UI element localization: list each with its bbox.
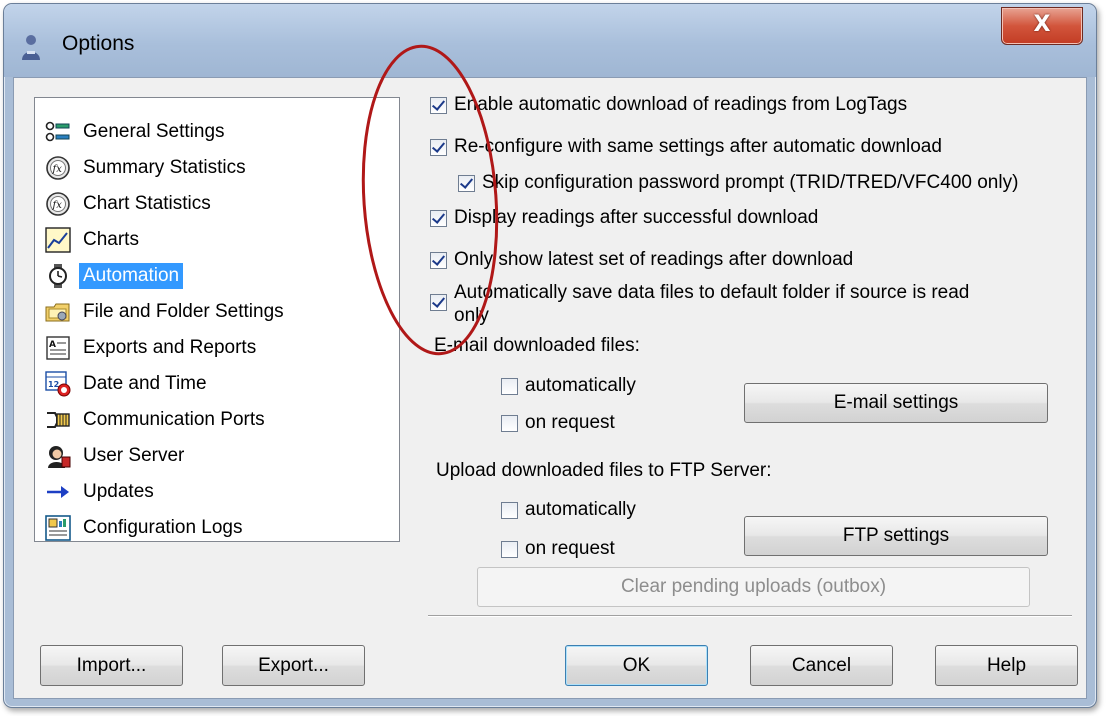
communication-ports-icon — [47, 412, 70, 428]
nav-label: Date and Time — [83, 373, 207, 394]
nav-item-general-settings[interactable]: General Settings — [45, 115, 385, 149]
folder-settings-icon — [45, 303, 70, 322]
configuration-logs-icon — [45, 515, 71, 541]
cancel-button[interactable]: Cancel — [750, 645, 893, 686]
option-label: Skip configuration password prompt (TRID… — [482, 172, 1019, 193]
nav-item-updates[interactable]: Updates — [45, 475, 385, 509]
options-dialog: Options X General Settings fx Summary St… — [3, 3, 1097, 708]
nav-label: General Settings — [83, 121, 225, 142]
nav-item-charts[interactable]: Charts — [45, 223, 385, 257]
nav-item-date-and-time[interactable]: 12 Date and Time — [45, 367, 385, 401]
option-label: automatically — [525, 499, 636, 520]
nav-item-file-and-folder-settings[interactable]: File and Folder Settings — [45, 295, 385, 329]
only-latest-checkbox[interactable] — [430, 252, 447, 269]
email-section-heading: E-mail downloaded files: — [434, 335, 640, 356]
nav-label: Summary Statistics — [83, 157, 246, 178]
auto-save-checkbox[interactable] — [430, 294, 447, 311]
close-icon: X — [1033, 12, 1051, 37]
ftp-settings-button[interactable]: FTP settings — [744, 516, 1048, 556]
option-label: Enable automatic download of readings fr… — [454, 94, 908, 115]
updates-arrow-icon — [47, 486, 69, 498]
email-automatically-checkbox[interactable] — [501, 378, 518, 395]
nav-item-summary-statistics[interactable]: fx Summary Statistics — [45, 151, 385, 185]
nav-label: Updates — [83, 481, 154, 502]
nav-label: Configuration Logs — [83, 517, 243, 538]
title-bar[interactable]: Options X — [4, 4, 1096, 77]
nav-label: Exports and Reports — [83, 337, 257, 358]
option-label: Display readings after successful downlo… — [454, 207, 819, 228]
nav-item-exports-and-reports[interactable]: A Exports and Reports — [45, 331, 385, 365]
email-settings-button[interactable]: E-mail settings — [744, 383, 1048, 423]
date-time-icon: 12 — [45, 371, 71, 397]
close-button[interactable]: X — [1001, 7, 1083, 45]
svg-text:12: 12 — [48, 380, 59, 389]
panel-separator — [428, 615, 1072, 617]
app-person-icon — [22, 35, 40, 60]
summary-statistics-icon: fx — [46, 156, 70, 180]
screenshot-stage: Options X General Settings fx Summary St… — [0, 0, 1107, 716]
nav-label: User Server — [83, 445, 185, 466]
dialog-client-area: General Settings fx Summary Statistics f… — [13, 77, 1087, 699]
clear-pending-uploads-button[interactable]: Clear pending uploads (outbox) — [477, 567, 1030, 607]
option-label: automatically — [525, 375, 636, 396]
nav-label: File and Folder Settings — [83, 301, 284, 322]
svg-text:A: A — [49, 340, 56, 350]
nav-label: Chart Statistics — [83, 193, 211, 214]
nav-label: Charts — [83, 229, 139, 250]
option-label: Only show latest set of readings after d… — [454, 249, 854, 270]
window-title: Options — [62, 32, 135, 55]
user-server-icon — [48, 446, 71, 468]
svg-text:fx: fx — [52, 200, 63, 211]
reconfigure-checkbox[interactable] — [430, 139, 447, 156]
option-label: on request — [525, 412, 615, 433]
import-button[interactable]: Import... — [40, 645, 183, 686]
display-readings-checkbox[interactable] — [430, 210, 447, 227]
nav-label: Automation — [79, 263, 184, 289]
nav-item-chart-statistics[interactable]: fx Chart Statistics — [45, 187, 385, 221]
nav-item-configuration-logs[interactable]: Configuration Logs — [45, 511, 385, 545]
option-label-line1: Automatically save data files to default… — [454, 282, 970, 303]
charts-icon — [45, 227, 71, 253]
general-settings-icon — [45, 121, 70, 142]
chart-statistics-icon: fx — [46, 192, 70, 216]
export-button[interactable]: Export... — [222, 645, 365, 686]
skip-password-checkbox[interactable] — [458, 175, 475, 192]
option-label-line2: only — [454, 305, 489, 326]
exports-reports-icon: A — [46, 336, 70, 360]
svg-text:fx: fx — [52, 164, 63, 175]
option-label: Re-configure with same settings after au… — [454, 136, 942, 157]
nav-item-communication-ports[interactable]: Communication Ports — [45, 403, 385, 437]
ftp-section-heading: Upload downloaded files to FTP Server: — [436, 460, 772, 481]
automation-icon — [49, 264, 67, 288]
options-category-list[interactable]: General Settings fx Summary Statistics f… — [34, 97, 400, 542]
ftp-automatically-checkbox[interactable] — [501, 502, 518, 519]
nav-item-user-server[interactable]: User Server — [45, 439, 385, 473]
email-on-request-checkbox[interactable] — [501, 415, 518, 432]
ftp-on-request-checkbox[interactable] — [501, 541, 518, 558]
nav-item-automation[interactable]: Automation — [45, 259, 385, 293]
option-label: on request — [525, 538, 615, 559]
ok-button[interactable]: OK — [565, 645, 708, 686]
enable-auto-download-checkbox[interactable] — [430, 97, 447, 114]
nav-label: Communication Ports — [83, 409, 265, 430]
help-button[interactable]: Help — [935, 645, 1078, 686]
